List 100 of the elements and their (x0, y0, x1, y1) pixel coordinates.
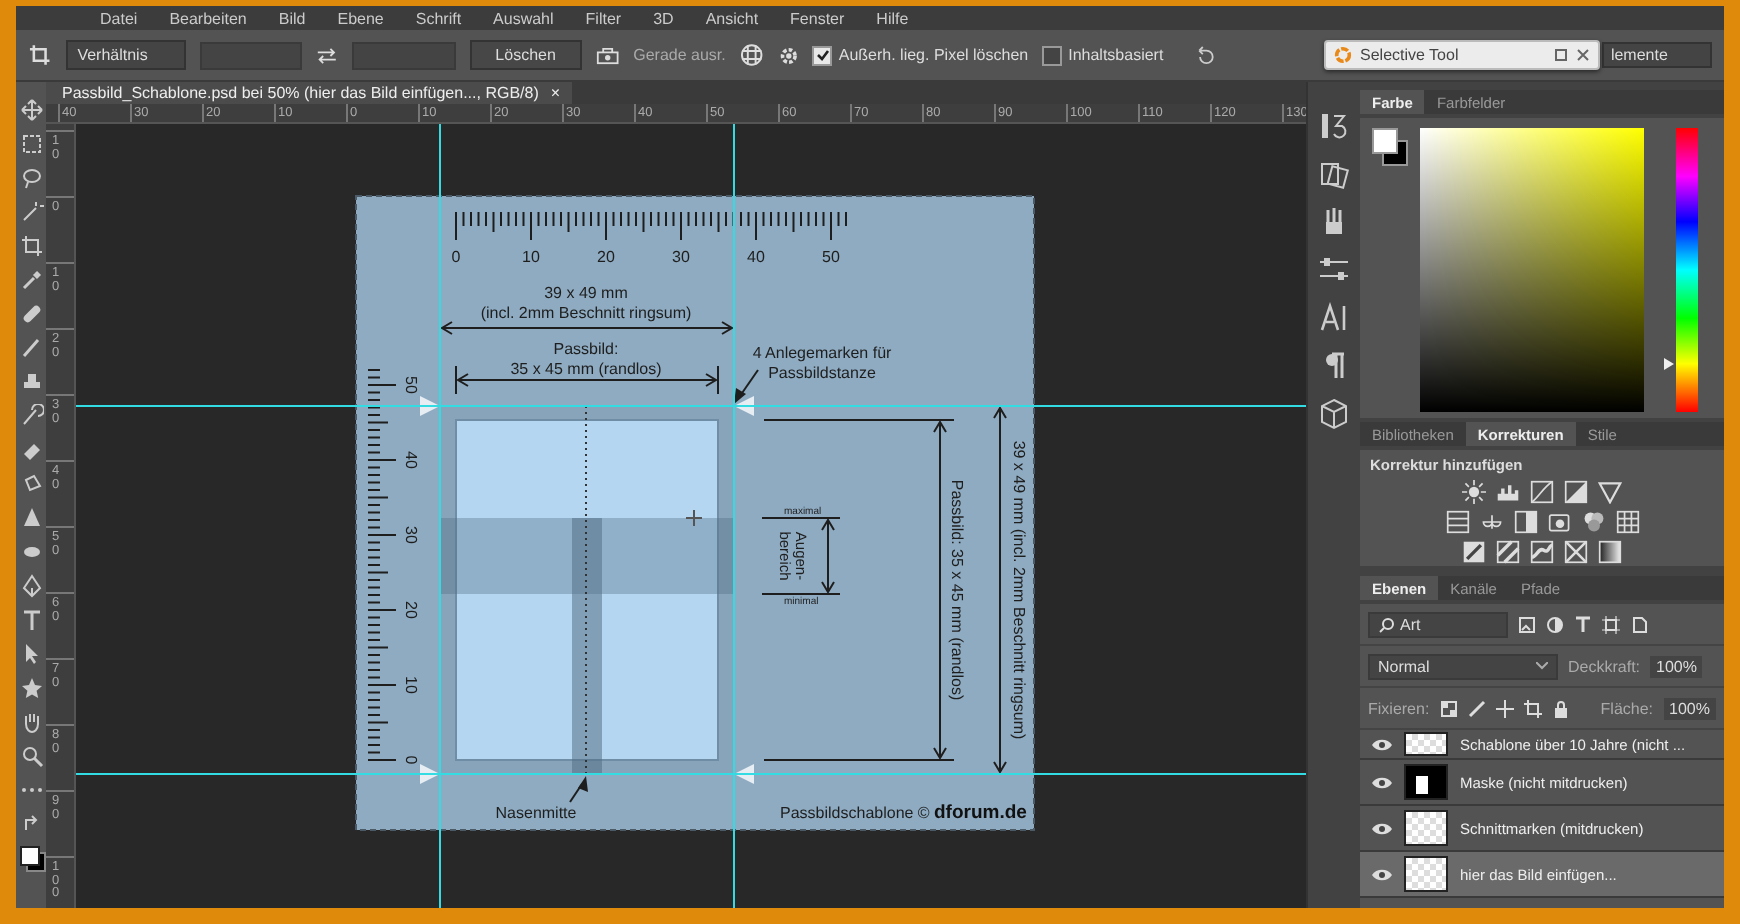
close-icon[interactable] (1576, 48, 1590, 62)
type-icon[interactable] (1574, 615, 1592, 633)
fill-field[interactable]: 100% (1663, 697, 1716, 719)
corner-mark-icon (420, 396, 440, 416)
menu-item[interactable]: Bearbeiten (169, 9, 247, 27)
camera-icon[interactable] (1547, 510, 1571, 534)
menu-item[interactable]: Auswahl (493, 9, 554, 27)
level-icon[interactable] (595, 45, 620, 65)
half-circle-icon[interactable] (1546, 615, 1564, 633)
pen-icon[interactable] (19, 574, 43, 598)
menu-item[interactable]: Ansicht (705, 9, 759, 27)
lock-icon[interactable] (1551, 699, 1570, 717)
split-square-icon[interactable] (1513, 510, 1537, 534)
cross-square-icon[interactable] (1564, 540, 1588, 564)
move-icon[interactable] (19, 98, 43, 122)
checkbox[interactable] (812, 45, 833, 65)
grid-icon[interactable] (1615, 510, 1639, 534)
color-swatches[interactable] (19, 846, 43, 870)
move-icon[interactable] (1495, 699, 1514, 717)
sliders-icon[interactable] (1318, 254, 1350, 286)
blend-mode-dropdown[interactable]: Normal (1368, 653, 1558, 679)
opacity-field[interactable]: 100% (1650, 655, 1703, 677)
eye-icon[interactable] (1372, 737, 1392, 751)
curves-icon[interactable] (1530, 480, 1554, 504)
type-icon[interactable] (1318, 302, 1350, 334)
hue-pointer[interactable] (1664, 357, 1674, 370)
bucket-icon[interactable] (19, 472, 43, 496)
eye-icon[interactable] (1372, 775, 1392, 789)
workspace-dropdown[interactable]: lemente (1602, 42, 1712, 68)
checkbox-label: Inhaltsbasiert (1068, 46, 1164, 64)
document-tab[interactable]: Passbild_Schablone.psd bei 50% (hier das Bild einfügen..., RGB/8) × (46, 82, 573, 104)
pointer-arrow (734, 369, 759, 404)
sun-icon[interactable] (1462, 480, 1486, 504)
checker-icon[interactable] (1439, 699, 1458, 717)
hatched-square-icon[interactable] (1496, 540, 1520, 564)
histogram-icon[interactable] (1496, 480, 1520, 504)
triangle-icon[interactable] (1598, 480, 1622, 504)
maximize-icon[interactable] (1554, 48, 1568, 62)
menu-item[interactable]: Bild (278, 9, 306, 27)
history-brush-icon[interactable] (19, 404, 43, 428)
menu-item[interactable]: 3D (653, 9, 674, 27)
wand-icon[interactable] (19, 200, 43, 224)
zoom-icon[interactable] (19, 744, 43, 768)
eye-icon[interactable] (1372, 867, 1392, 881)
marquee-icon[interactable] (19, 132, 43, 156)
wave-square-icon[interactable] (1530, 540, 1554, 564)
checkbox[interactable] (1042, 45, 1063, 65)
swap-icon[interactable] (19, 812, 43, 836)
swatches-icon[interactable] (1318, 158, 1350, 190)
menu-item[interactable]: Ebene (337, 9, 384, 27)
credit-logo: dforum.de (934, 802, 1027, 824)
scale-icon[interactable] (1479, 510, 1503, 534)
menu-item[interactable]: Datei (100, 9, 138, 27)
image-icon[interactable] (1518, 615, 1536, 633)
cube-icon[interactable] (1318, 398, 1350, 430)
scale-label: 30 (672, 248, 690, 266)
menu-item[interactable]: Schrift (415, 9, 462, 27)
swap-icon[interactable] (316, 45, 339, 65)
exposure-icon[interactable] (1564, 480, 1588, 504)
drop-icon[interactable] (19, 506, 43, 530)
shape-icon[interactable] (19, 676, 43, 700)
type-icon[interactable] (19, 608, 43, 632)
eraser-icon[interactable] (19, 438, 43, 462)
layer-thumbnail (1404, 810, 1448, 846)
crop-icon[interactable] (1523, 699, 1542, 717)
crop-icon[interactable] (28, 42, 52, 68)
close-icon[interactable]: × (550, 84, 561, 102)
brush-icon[interactable] (1467, 699, 1486, 717)
stamp-icon[interactable] (19, 370, 43, 394)
menu-item[interactable]: Fenster (790, 9, 845, 27)
settings-icon[interactable] (777, 43, 799, 67)
menu-item[interactable]: Filter (585, 9, 622, 27)
scale-label: 20 (402, 601, 420, 619)
transform-icon[interactable] (1602, 615, 1620, 633)
nose-label: Nasenmitte (495, 804, 577, 822)
eyedropper-icon[interactable] (19, 268, 43, 292)
filter-dropdown[interactable]: Art (1368, 611, 1508, 637)
scale-label: 50 (402, 376, 420, 394)
lasso-icon[interactable] (19, 166, 43, 190)
striped-square-icon[interactable] (1445, 510, 1469, 534)
layer-thumbnail (1404, 764, 1448, 800)
height-field[interactable] (352, 41, 456, 69)
pointer-arrow (569, 776, 588, 803)
color-swatches[interactable] (1372, 128, 1408, 164)
crop-icon[interactable] (19, 234, 43, 258)
clear-button[interactable]: Löschen (469, 40, 582, 70)
color-picker[interactable] (1420, 128, 1644, 412)
gradient-square-icon[interactable] (1598, 540, 1622, 564)
corner-mark-icon (734, 764, 754, 784)
width-field[interactable] (199, 41, 303, 69)
brush-icon[interactable] (19, 336, 43, 360)
circles-icon[interactable] (1581, 510, 1605, 534)
grid-icon[interactable] (739, 42, 764, 68)
menu-item[interactable]: Hilfe (876, 9, 909, 27)
ratio-dropdown[interactable]: Verhältnis (65, 40, 186, 70)
document-icon[interactable] (1630, 615, 1648, 633)
caret-icon (1536, 662, 1548, 670)
eye-icon[interactable] (1372, 821, 1392, 835)
hand-icon[interactable] (19, 710, 43, 734)
diagonal-square-icon[interactable] (1462, 540, 1486, 564)
